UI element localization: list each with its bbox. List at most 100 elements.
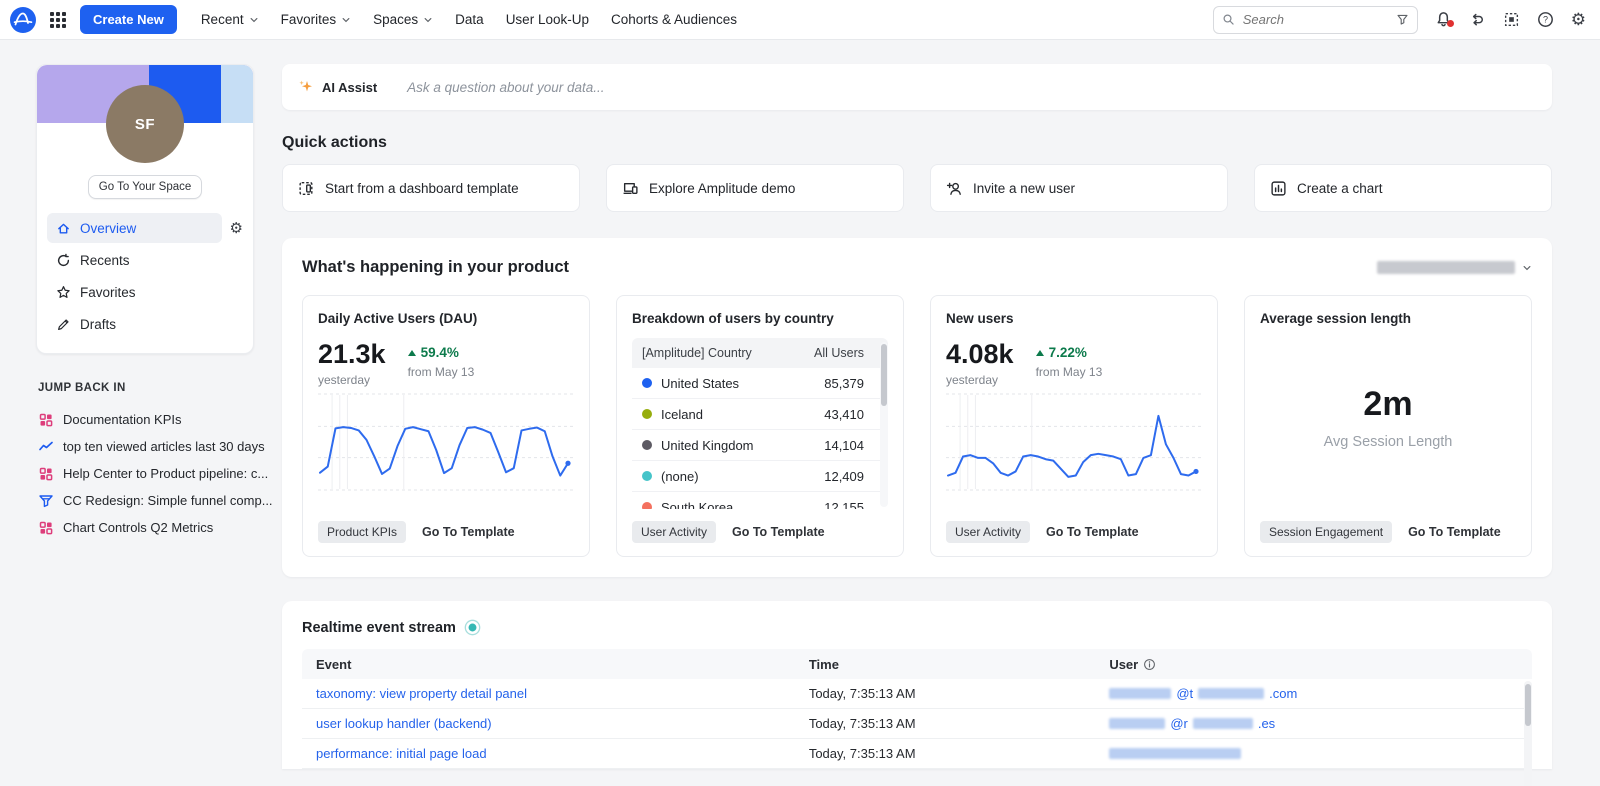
dau-line-chart[interactable] bbox=[318, 393, 574, 491]
funnel-chart-icon bbox=[38, 493, 54, 509]
series-color-dot bbox=[642, 378, 652, 388]
jump-item-help-center-pipeline[interactable]: Help Center to Product pipeline: c... bbox=[38, 460, 252, 487]
template-badge[interactable]: Session Engagement bbox=[1260, 521, 1392, 543]
whats-happening-header: What's happening in your product bbox=[302, 258, 1532, 277]
user-email-segment bbox=[1109, 688, 1171, 699]
country-scrollbar-track[interactable] bbox=[880, 342, 888, 507]
template-badge[interactable]: User Activity bbox=[946, 521, 1030, 543]
quick-action-create-chart[interactable]: Create a chart bbox=[1254, 164, 1552, 212]
space-settings-gear-icon[interactable]: ⚙ bbox=[230, 221, 243, 236]
quick-action-dashboard-template[interactable]: Start from a dashboard template bbox=[282, 164, 580, 212]
journeys-icon[interactable] bbox=[1469, 11, 1486, 28]
session-metric: 2m Avg Session Length bbox=[1260, 326, 1516, 509]
avatar[interactable]: SF bbox=[106, 85, 184, 163]
ai-assist-bar[interactable]: AI Assist Ask a question about your data… bbox=[282, 64, 1552, 110]
country-row[interactable]: Iceland 43,410 bbox=[632, 399, 888, 430]
country-row[interactable]: United Kingdom 14,104 bbox=[632, 430, 888, 461]
amplitude-home-page: Create New Recent Favorites Spaces Data bbox=[0, 0, 1600, 786]
event-user-link[interactable] bbox=[1109, 748, 1518, 759]
new-users-delta-value: 7.22% bbox=[1049, 345, 1087, 360]
search-box[interactable] bbox=[1213, 6, 1418, 34]
go-to-your-space-button[interactable]: Go To Your Space bbox=[88, 175, 203, 199]
go-to-template-link[interactable]: Go To Template bbox=[1046, 525, 1139, 539]
metric-cards: Daily Active Users (DAU) 21.3k yesterday… bbox=[302, 295, 1532, 557]
nav-item-favorites[interactable]: Favorites bbox=[271, 6, 362, 33]
event-time: Today, 7:35:13 AM bbox=[809, 716, 1110, 731]
template-badge[interactable]: Product KPIs bbox=[318, 521, 406, 543]
template-badge[interactable]: User Activity bbox=[632, 521, 716, 543]
go-to-template-link[interactable]: Go To Template bbox=[422, 525, 515, 539]
realtime-table-rows: taxonomy: view property detail panel Tod… bbox=[302, 679, 1532, 769]
amplitude-logo-icon[interactable] bbox=[10, 7, 36, 33]
search-input[interactable] bbox=[1241, 11, 1390, 28]
nav-item-spaces[interactable]: Spaces bbox=[363, 6, 443, 33]
event-row[interactable]: user lookup handler (backend) Today, 7:3… bbox=[302, 709, 1532, 739]
country-row[interactable]: South Korea 12,155 bbox=[632, 492, 888, 509]
dashboard-template-icon bbox=[298, 180, 315, 197]
notifications-bell-icon[interactable] bbox=[1435, 11, 1452, 28]
realtime-header: Realtime event stream bbox=[302, 619, 1532, 636]
jump-item-cc-redesign-funnel[interactable]: CC Redesign: Simple funnel comp... bbox=[38, 487, 252, 514]
jump-item-label: CC Redesign: Simple funnel comp... bbox=[63, 493, 273, 508]
dau-delta-value: 59.4% bbox=[421, 345, 459, 360]
nav-left: Create New Recent Favorites Spaces Data bbox=[10, 5, 747, 34]
country-name: (none) bbox=[661, 469, 824, 484]
jump-item-top-ten-articles[interactable]: top ten viewed articles last 30 days bbox=[38, 433, 252, 460]
select-frame-icon[interactable] bbox=[1503, 11, 1520, 28]
dau-delta-sub: from May 13 bbox=[408, 365, 475, 379]
user-email-segment: .es bbox=[1258, 716, 1275, 731]
whats-happening-panel: What's happening in your product Daily A… bbox=[282, 238, 1552, 577]
nav-links: Recent Favorites Spaces Data User Look-U… bbox=[191, 6, 747, 33]
ai-assist-input-placeholder[interactable]: Ask a question about your data... bbox=[407, 80, 1536, 95]
quick-action-explore-demo[interactable]: Explore Amplitude demo bbox=[606, 164, 904, 212]
country-scrollbar-thumb[interactable] bbox=[881, 344, 887, 406]
realtime-scrollbar-track[interactable] bbox=[1524, 681, 1532, 786]
live-indicator-icon[interactable] bbox=[464, 619, 481, 636]
user-email-segment: @r bbox=[1170, 716, 1188, 731]
jump-item-chart-controls-q2[interactable]: Chart Controls Q2 Metrics bbox=[38, 514, 252, 541]
country-table: [Amplitude] Country All Users United Sta… bbox=[632, 338, 888, 509]
event-user-link[interactable]: @t.com bbox=[1109, 686, 1518, 701]
sidebar-item-favorites-pill[interactable]: Favorites bbox=[47, 277, 243, 307]
apps-grid-icon[interactable] bbox=[48, 10, 68, 30]
sidebar-item-recents-pill[interactable]: Recents bbox=[47, 245, 243, 275]
realtime-scrollbar-thumb[interactable] bbox=[1525, 684, 1531, 726]
quick-action-label: Explore Amplitude demo bbox=[649, 181, 795, 196]
go-to-template-link[interactable]: Go To Template bbox=[1408, 525, 1501, 539]
filter-funnel-icon[interactable] bbox=[1396, 13, 1409, 26]
event-name-link[interactable]: user lookup handler (backend) bbox=[316, 716, 809, 731]
country-name: Iceland bbox=[661, 407, 824, 422]
project-selector-dropdown[interactable] bbox=[1377, 261, 1532, 274]
quick-actions-title: Quick actions bbox=[282, 134, 1552, 152]
new-users-line-chart[interactable] bbox=[946, 393, 1202, 491]
nav-item-recent[interactable]: Recent bbox=[191, 6, 269, 33]
new-users-metric-row: 4.08k yesterday 7.22% from May 13 bbox=[946, 341, 1202, 387]
dau-metric-row: 21.3k yesterday 59.4% from May 13 bbox=[318, 341, 574, 387]
nav-item-user-lookup[interactable]: User Look-Up bbox=[496, 6, 599, 33]
event-name-link[interactable]: performance: initial page load bbox=[316, 746, 809, 761]
event-row[interactable]: performance: initial page load Today, 7:… bbox=[302, 739, 1532, 769]
country-row[interactable]: (none) 12,409 bbox=[632, 461, 888, 492]
sidebar-item-overview-pill[interactable]: Overview bbox=[47, 213, 222, 243]
info-icon[interactable] bbox=[1143, 658, 1156, 671]
nav-item-cohorts-audiences[interactable]: Cohorts & Audiences bbox=[601, 6, 747, 33]
help-icon[interactable]: ? bbox=[1537, 11, 1554, 28]
country-row[interactable]: United States 85,379 bbox=[632, 368, 888, 399]
settings-gear-icon[interactable]: ⚙ bbox=[1571, 11, 1586, 28]
country-name: United States bbox=[661, 376, 824, 391]
event-user-link[interactable]: @r .es bbox=[1109, 716, 1518, 731]
country-column-header: [Amplitude] Country bbox=[642, 346, 752, 360]
go-to-template-link[interactable]: Go To Template bbox=[732, 525, 825, 539]
create-new-button[interactable]: Create New bbox=[80, 5, 177, 34]
event-row[interactable]: taxonomy: view property detail panel Tod… bbox=[302, 679, 1532, 709]
new-users-card-footer: User Activity Go To Template bbox=[946, 521, 1202, 543]
new-users-value-sub: yesterday bbox=[946, 373, 1014, 387]
user-email-segment: @t bbox=[1176, 686, 1193, 701]
nav-item-label: Data bbox=[455, 12, 484, 27]
quick-action-invite-user[interactable]: Invite a new user bbox=[930, 164, 1228, 212]
session-card-title: Average session length bbox=[1260, 311, 1516, 326]
nav-item-data[interactable]: Data bbox=[445, 6, 494, 33]
event-name-link[interactable]: taxonomy: view property detail panel bbox=[316, 686, 809, 701]
jump-item-documentation-kpis[interactable]: Documentation KPIs bbox=[38, 406, 252, 433]
sidebar-item-drafts-pill[interactable]: Drafts bbox=[47, 309, 243, 339]
